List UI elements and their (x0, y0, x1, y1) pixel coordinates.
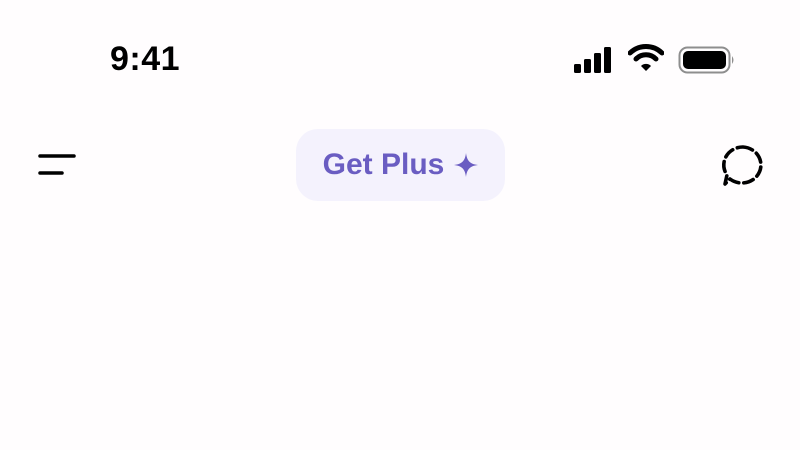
menu-icon (38, 154, 76, 175)
wifi-icon (628, 44, 664, 71)
status-time: 9:41 (110, 40, 181, 78)
battery-icon (678, 46, 734, 74)
get-plus-label: Get Plus (322, 148, 445, 181)
sparkle-icon (454, 153, 479, 177)
status-bar: 9:41 (0, 0, 800, 120)
new-chat-button[interactable] (718, 142, 768, 190)
signal-icon (574, 47, 611, 73)
get-plus-button[interactable]: Get Plus (296, 129, 505, 201)
new-chat-icon (722, 145, 763, 186)
menu-button[interactable] (34, 148, 82, 184)
